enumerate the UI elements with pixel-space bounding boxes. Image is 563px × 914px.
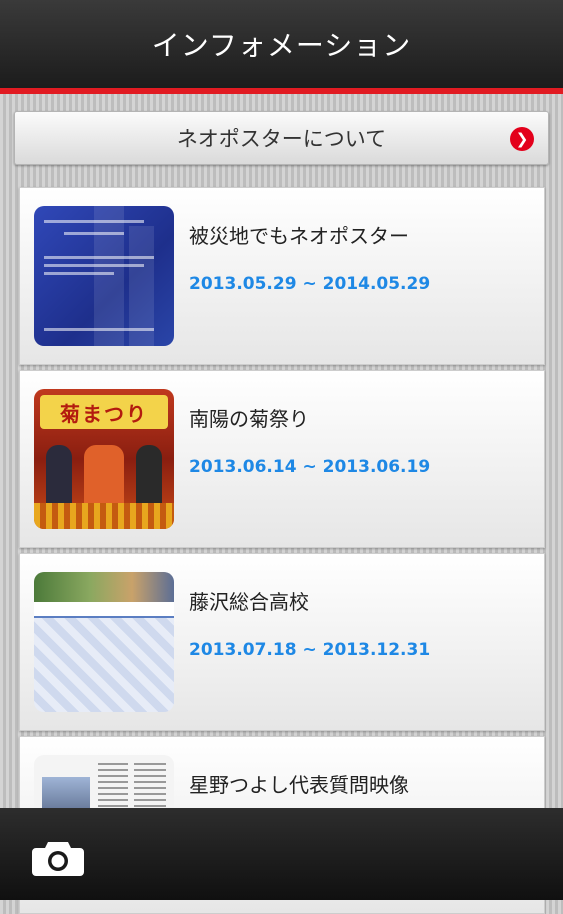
list-item[interactable]: 菊まつり 南陽の菊祭り 2013.06.14 ~ 2013.06.19 <box>19 370 545 548</box>
item-thumbnail: 菊まつり <box>34 389 174 529</box>
header: インフォメーション <box>0 0 563 88</box>
about-neoposter-button[interactable]: ネオポスターについて ❯ <box>14 111 549 165</box>
item-title: 南陽の菊祭り <box>189 407 309 431</box>
item-date: 2013.07.18 ~ 2013.12.31 <box>189 640 431 660</box>
item-date: 2013.05.29 ~ 2014.05.29 <box>189 274 431 294</box>
thumbnail-banner: 菊まつり <box>40 395 168 429</box>
chevron-right-icon: ❯ <box>510 127 534 151</box>
header-accent-line <box>0 88 563 94</box>
item-thumbnail <box>34 206 174 346</box>
bottom-bar <box>0 808 563 900</box>
item-date: 2013.06.14 ~ 2013.06.19 <box>189 457 431 477</box>
list-item[interactable]: 藤沢総合高校 2013.07.18 ~ 2013.12.31 <box>19 553 545 731</box>
page-title: インフォメーション <box>151 29 412 62</box>
camera-icon[interactable] <box>31 838 85 878</box>
item-thumbnail <box>34 572 174 712</box>
about-neoposter-label: ネオポスターについて <box>176 127 387 151</box>
list-item[interactable]: 被災地でもネオポスター 2013.05.29 ~ 2014.05.29 <box>19 187 545 365</box>
item-title: 被災地でもネオポスター <box>189 224 409 248</box>
item-title: 藤沢総合高校 <box>189 590 309 614</box>
item-title: 星野つよし代表質問映像 <box>189 773 409 797</box>
